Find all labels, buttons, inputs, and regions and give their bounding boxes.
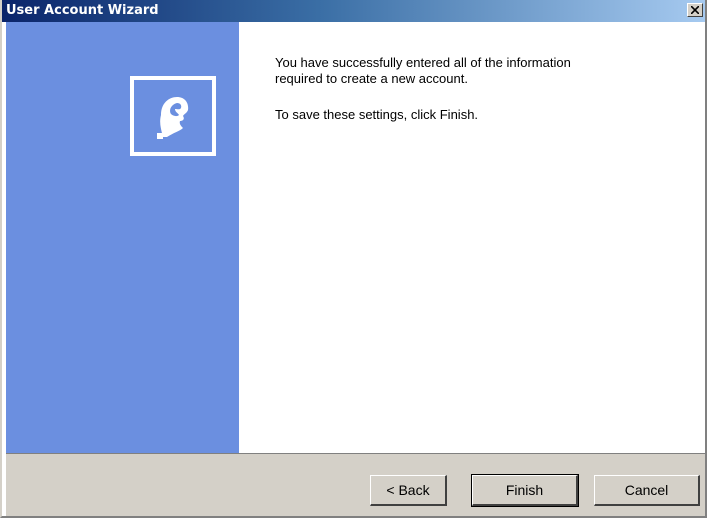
- success-message: You have successfully entered all of the…: [275, 55, 655, 87]
- success-message-line1: You have successfully entered all of the…: [275, 55, 571, 70]
- icon-frame: [130, 76, 216, 156]
- title-bar[interactable]: User Account Wizard: [2, 0, 705, 22]
- window-title: User Account Wizard: [6, 3, 159, 18]
- user-account-icon: [157, 97, 189, 139]
- close-button[interactable]: [687, 3, 703, 17]
- finish-instruction: To save these settings, click Finish.: [275, 107, 479, 122]
- finish-button[interactable]: Finish: [471, 474, 579, 507]
- button-bar: < Back Finish Cancel: [6, 453, 705, 516]
- success-message-line2: required to create a new account.: [275, 71, 468, 86]
- back-button[interactable]: < Back: [370, 475, 447, 506]
- close-icon: [691, 6, 699, 14]
- wizard-sidebar: [6, 22, 239, 453]
- wizard-window: User Account Wizard You have successfull…: [0, 0, 707, 518]
- wizard-content: You have successfully entered all of the…: [239, 22, 705, 453]
- cancel-button[interactable]: Cancel: [594, 475, 700, 506]
